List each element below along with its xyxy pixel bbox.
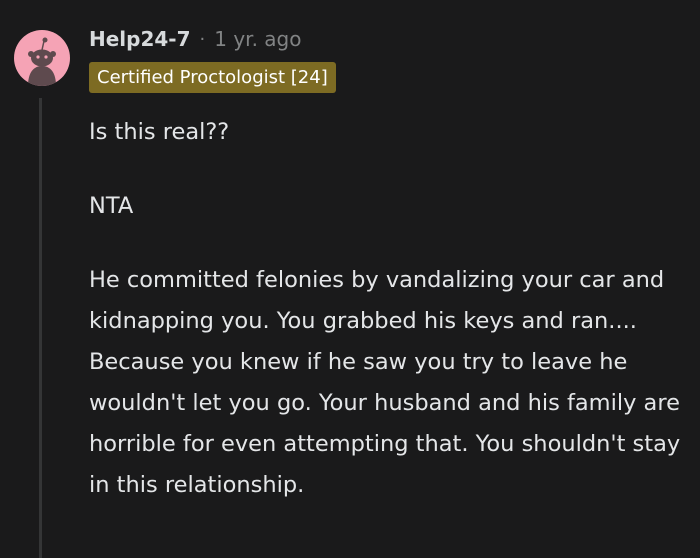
comment-paragraph: NTA (89, 193, 134, 219)
author-username[interactable]: Help24-7 (89, 27, 191, 51)
snoo-avatar-icon (28, 37, 56, 86)
comment-meta: Help24-7 · 1 yr. ago (89, 24, 301, 54)
user-avatar[interactable] (14, 30, 70, 86)
thread-line[interactable] (39, 98, 42, 558)
comment-paragraph: He committed felonies by vandalizing you… (89, 267, 681, 498)
comment-paragraph: Is this real?? (89, 119, 230, 145)
comment-timestamp[interactable]: 1 yr. ago (214, 27, 301, 51)
user-flair: Certified Proctologist [24] (89, 62, 336, 93)
meta-separator: · (199, 28, 206, 50)
comment-body: Is this real?? NTA He committed felonies… (89, 112, 689, 539)
